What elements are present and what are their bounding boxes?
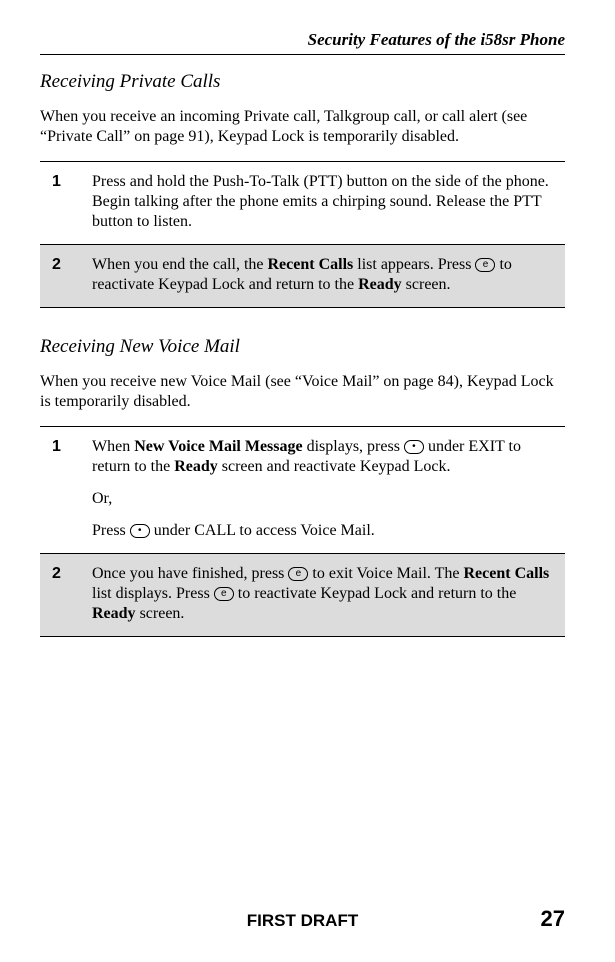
section2-intro: When you receive new Voice Mail (see “Vo…	[40, 372, 565, 412]
end-key-icon: e	[214, 587, 234, 601]
steps-table-voicemail: 1 When New Voice Mail Message displays, …	[40, 426, 565, 637]
step-text: When New Voice Mail Message displays, pr…	[80, 427, 565, 554]
step-text-alt: Press • under CALL to access Voice Mail.	[92, 521, 553, 541]
table-row: 2 When you end the call, the Recent Call…	[40, 245, 565, 308]
steps-table-private-calls: 1 Press and hold the Push-To-Talk (PTT) …	[40, 161, 565, 308]
footer-draft-label: FIRST DRAFT	[215, 911, 390, 931]
step-text-or: Or,	[92, 489, 553, 509]
step-text-part: to reactivate Keypad Lock and return to …	[234, 585, 517, 602]
section-heading-private-calls: Receiving Private Calls	[40, 71, 565, 93]
section1-intro: When you receive an incoming Private cal…	[40, 107, 565, 147]
step-text-part: to exit Voice Mail. The	[308, 565, 463, 582]
softkey-icon: •	[130, 524, 150, 538]
end-key-icon: e	[288, 567, 308, 581]
step-text-part: list displays. Press	[92, 585, 214, 602]
step-text-part: Once you have finished, press	[92, 565, 288, 582]
step-text-part: list appears. Press	[353, 256, 475, 273]
step-text-part: displays, press	[303, 438, 404, 455]
step-text: Once you have finished, press e to exit …	[80, 554, 565, 637]
step-text-bold: Ready	[92, 605, 136, 622]
step-text-part: screen.	[136, 605, 185, 622]
step-text: Press and hold the Push-To-Talk (PTT) bu…	[80, 162, 565, 245]
step-text: When you end the call, the Recent Calls …	[80, 245, 565, 308]
end-key-icon: e	[475, 258, 495, 272]
softkey-icon: •	[404, 440, 424, 454]
step-text-part: When	[92, 438, 134, 455]
page-header-title: Security Features of the i58sr Phone	[40, 30, 565, 50]
page-footer: FIRST DRAFT 27	[40, 906, 565, 932]
step-number: 1	[40, 427, 80, 554]
step-text-part: under CALL to access Voice Mail.	[150, 522, 375, 539]
step-text-bold: New Voice Mail Message	[134, 438, 302, 455]
header-rule	[40, 54, 565, 55]
step-text-bold: Recent Calls	[463, 565, 549, 582]
step-text-part: When you end the call, the	[92, 256, 268, 273]
step-number: 2	[40, 245, 80, 308]
step-text-bold: Recent Calls	[268, 256, 354, 273]
section-heading-voicemail: Receiving New Voice Mail	[40, 336, 565, 358]
step-text-bold: Ready	[174, 458, 218, 475]
step-text-part: screen and reactivate Keypad Lock.	[218, 458, 451, 475]
step-number: 2	[40, 554, 80, 637]
step-text-bold: Ready	[358, 276, 402, 293]
table-row: 1 When New Voice Mail Message displays, …	[40, 427, 565, 554]
step-text-part: Press	[92, 522, 130, 539]
table-row: 2 Once you have finished, press e to exi…	[40, 554, 565, 637]
table-row: 1 Press and hold the Push-To-Talk (PTT) …	[40, 162, 565, 245]
footer-page-number: 27	[390, 906, 565, 932]
step-text-part: screen.	[402, 276, 451, 293]
step-number: 1	[40, 162, 80, 245]
